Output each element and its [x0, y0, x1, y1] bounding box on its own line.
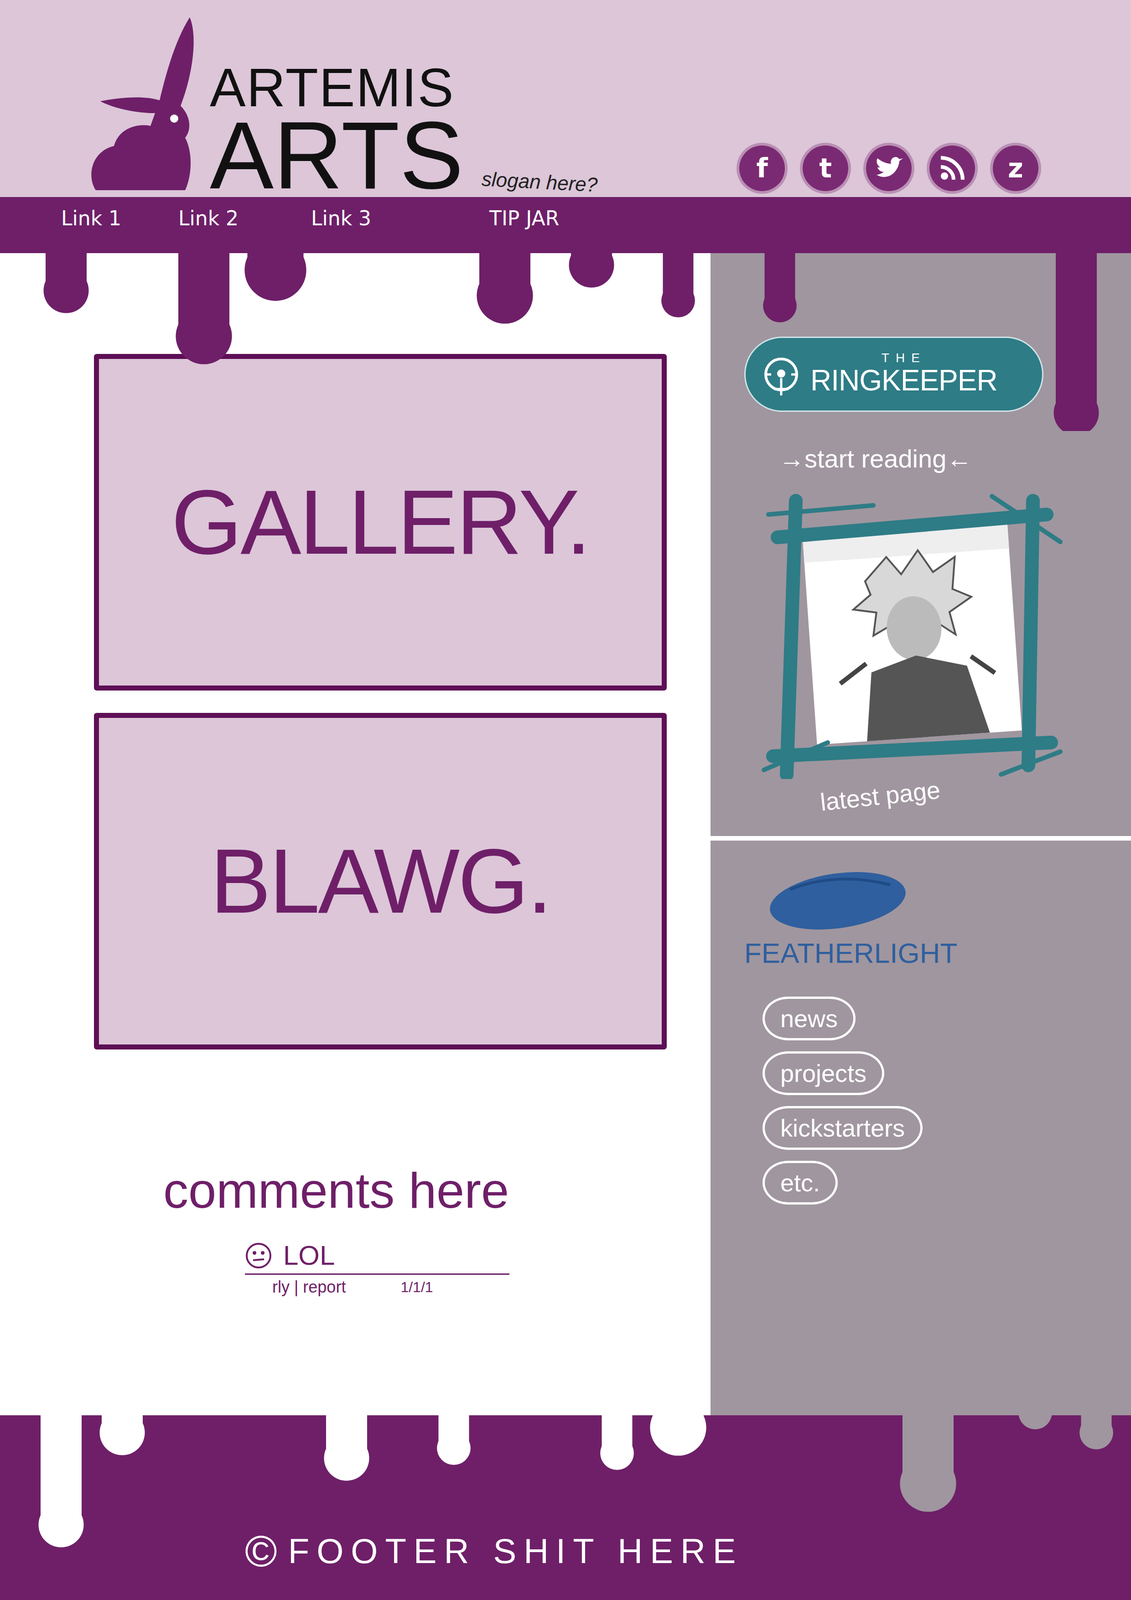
- logo-text: RINGKEEPER: [810, 364, 998, 397]
- latest-page-thumbnail[interactable]: [754, 487, 1066, 779]
- social-button[interactable]: [866, 145, 912, 192]
- studio-panel: FEATHERLIGHT news projects kickstarters etc.: [710, 840, 1131, 1397]
- social-label: f: [756, 155, 768, 182]
- studio-links: news projects kickstarters etc.: [762, 996, 923, 1205]
- cloud-link[interactable]: news: [762, 996, 856, 1041]
- section-card[interactable]: BLAWG.: [93, 712, 667, 1050]
- featherlight-logo-icon: [762, 866, 914, 935]
- rabbit-logo-icon: [86, 14, 215, 193]
- twitter-icon: [872, 156, 905, 181]
- comment-text: LOL: [283, 1240, 335, 1271]
- avatar-icon: [244, 1241, 273, 1270]
- nav-bar: Link 1Link 2Link 3TIP JAR: [0, 197, 1131, 240]
- main: GALLERY.BLAWG.comments hereLOLrly | repo…: [0, 239, 1131, 1397]
- footer: ©FOOTER SHIT HERE: [0, 1396, 1131, 1600]
- rss-icon: [939, 155, 966, 182]
- nav-link[interactable]: TIP JAR: [489, 206, 627, 230]
- copyright-symbol: ©: [244, 1529, 278, 1573]
- nav-link[interactable]: Link 3: [311, 206, 490, 230]
- footer-text: FOOTER SHIT HERE: [288, 1529, 744, 1573]
- social-links: ftz: [739, 145, 1039, 192]
- section-title: GALLERY.: [171, 469, 590, 575]
- comment-date: 1/1/1: [400, 1278, 433, 1296]
- section-card[interactable]: GALLERY.: [93, 353, 667, 691]
- logo-text: FEATHERLIGHT: [744, 936, 958, 970]
- social-button[interactable]: [929, 145, 976, 192]
- slogan: slogan here?: [481, 167, 599, 197]
- paint-drips: [0, 239, 1131, 431]
- ringkeeper-logo-icon: [758, 351, 805, 398]
- featherlight-logo[interactable]: FEATHERLIGHT: [744, 866, 958, 970]
- start-reading-link[interactable]: →start reading←: [778, 443, 972, 474]
- comment-actions[interactable]: rly | report: [272, 1277, 346, 1297]
- comment-body: LOL: [244, 1240, 510, 1271]
- social-button[interactable]: t: [802, 145, 849, 192]
- ringkeeper-title: THERINGKEEPER: [810, 351, 998, 397]
- section-title: BLAWG.: [210, 828, 551, 934]
- cloud-link[interactable]: projects: [762, 1051, 885, 1095]
- ringkeeper-logo[interactable]: THERINGKEEPER: [744, 336, 1044, 412]
- latest-page-link[interactable]: latest page: [818, 775, 942, 816]
- logo-small: THE: [881, 351, 927, 365]
- cloud-link[interactable]: etc.: [762, 1160, 838, 1205]
- page: ARTEMISARTS slogan here? f t z Link 1Link 2Li…: [0, 0, 1131, 1600]
- nav-link[interactable]: Link 1: [61, 206, 179, 230]
- sidebar-divider: [710, 835, 1131, 841]
- nav-link[interactable]: Link 2: [178, 206, 312, 230]
- comment: LOL rly | report 1/1/1: [244, 1240, 510, 1297]
- social-label: z: [1007, 155, 1024, 182]
- social-button[interactable]: z: [992, 145, 1039, 192]
- sidebar: THERINGKEEPER →start reading← latest page F…: [710, 239, 1131, 1397]
- comment-meta: rly | report 1/1/1: [244, 1273, 510, 1297]
- paint-drips: [0, 1396, 1131, 1548]
- logo-line: ARTS: [209, 114, 464, 198]
- content-column: GALLERY.BLAWG.comments hereLOLrly | repo…: [0, 239, 711, 1397]
- logo-line: ARTEMIS: [209, 60, 464, 115]
- header: ARTEMISARTS slogan here? f t z: [0, 0, 1131, 198]
- comments-heading: comments here: [163, 1162, 509, 1218]
- social-button[interactable]: f: [739, 145, 785, 192]
- social-label: t: [819, 155, 832, 182]
- comic-panel: THERINGKEEPER →start reading← latest page: [710, 239, 1131, 836]
- site-logo[interactable]: ARTEMISARTS: [209, 60, 464, 198]
- cloud-link[interactable]: kickstarters: [762, 1105, 923, 1150]
